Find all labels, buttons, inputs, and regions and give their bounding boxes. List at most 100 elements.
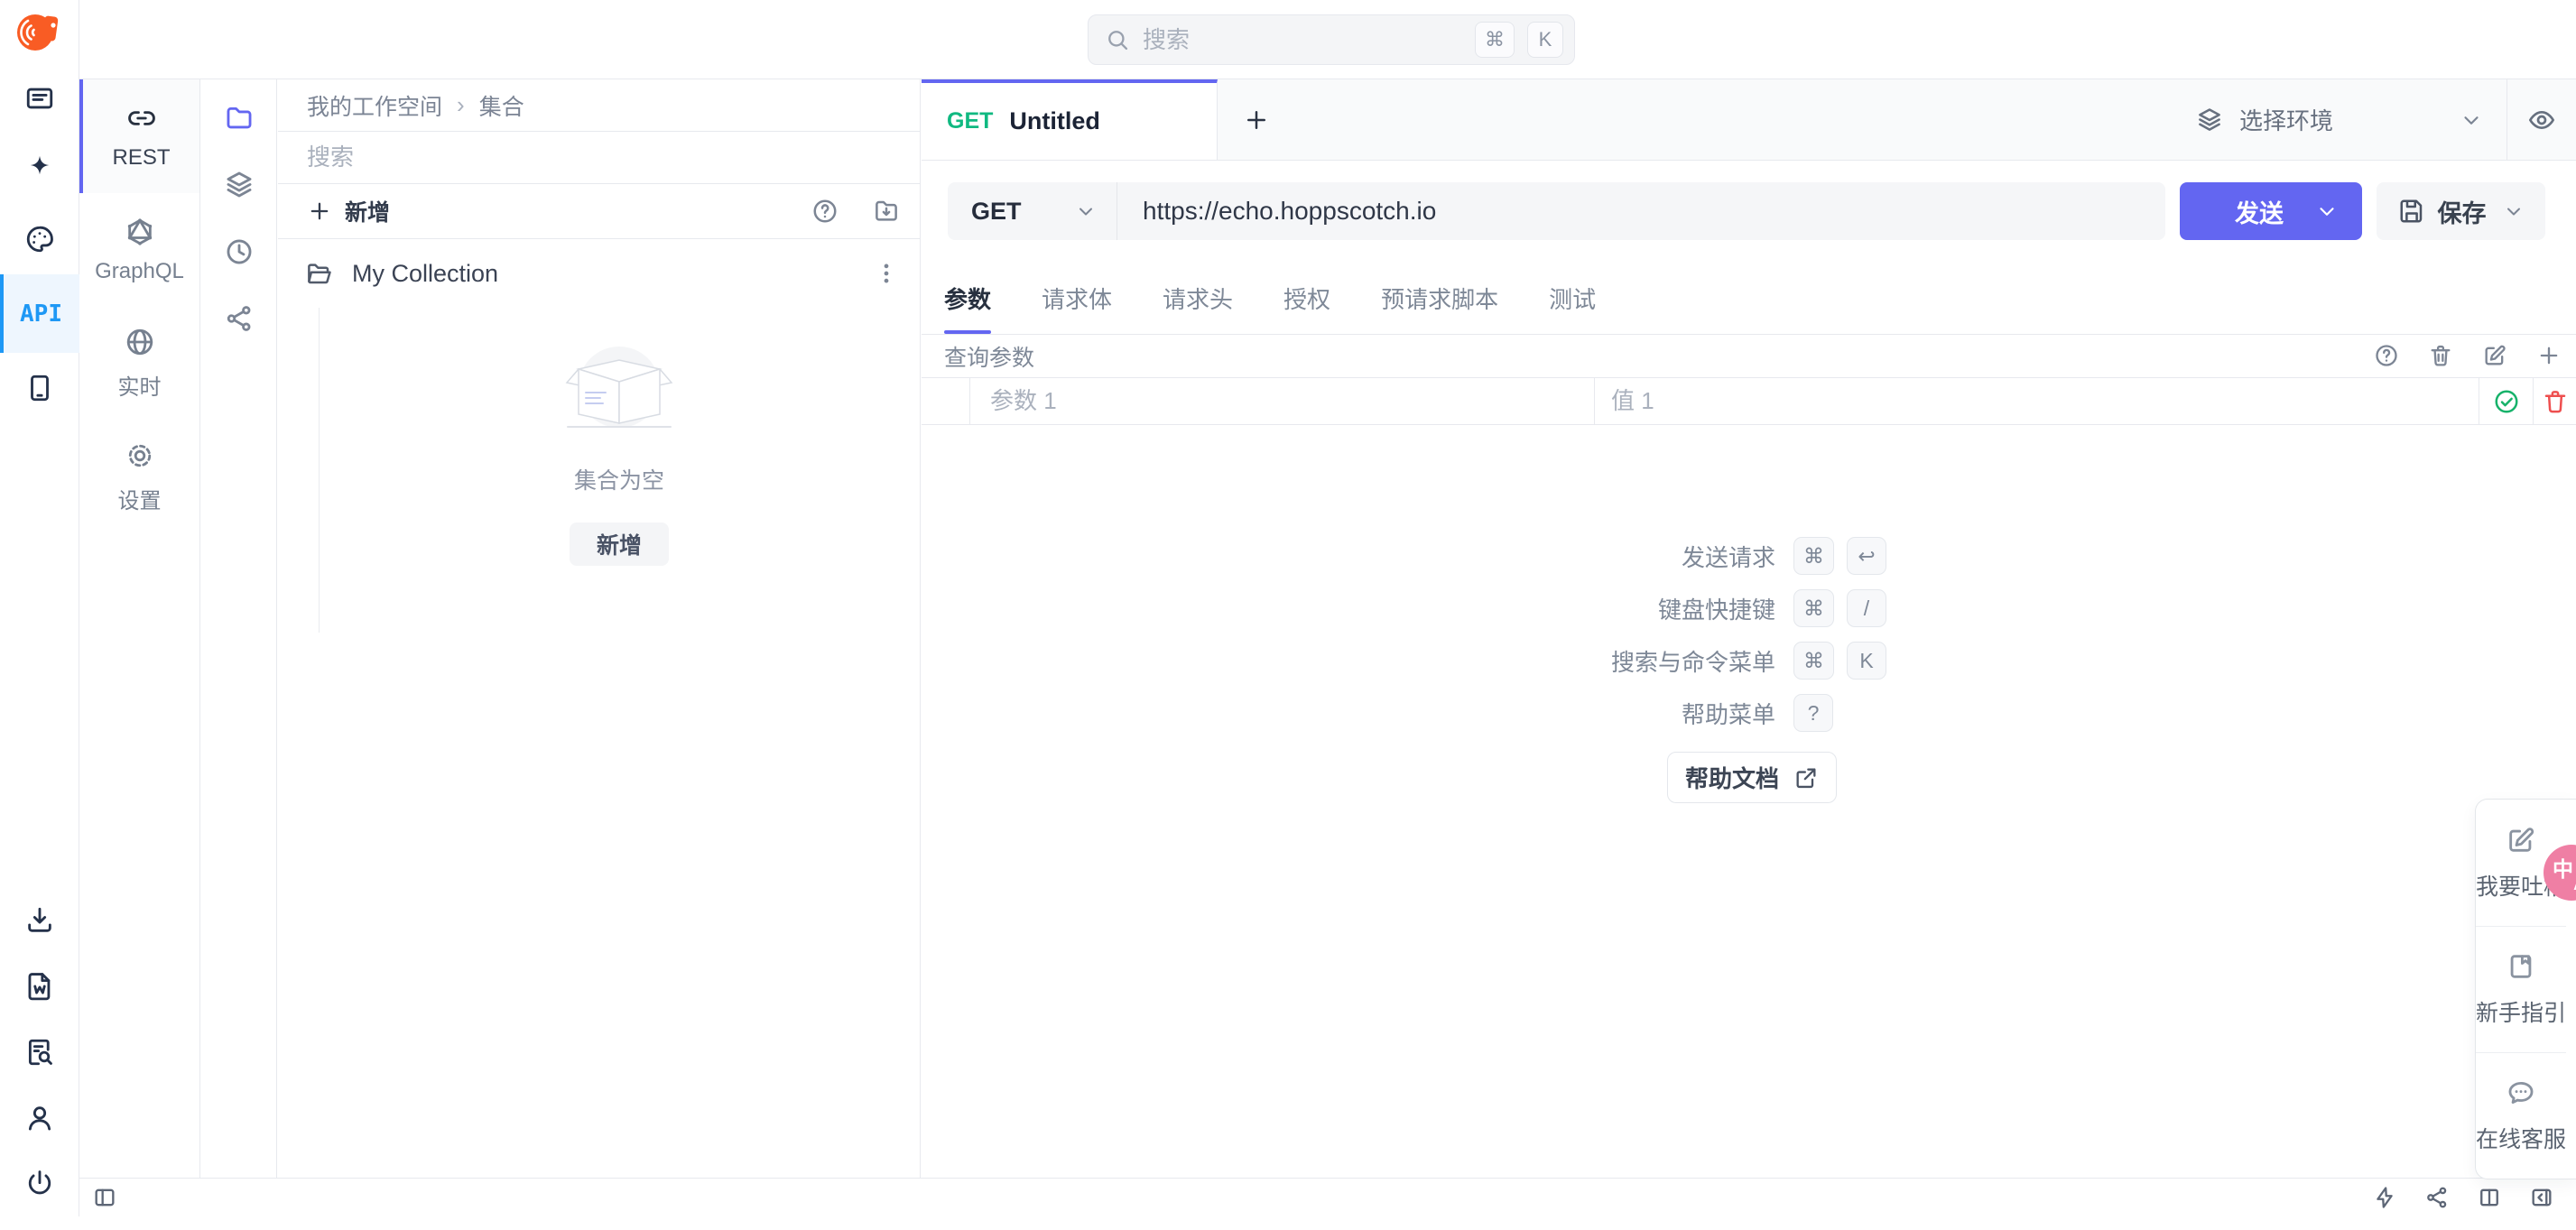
tab-body[interactable]: 请求体 <box>1042 262 1112 334</box>
method-label: GET <box>971 197 1022 225</box>
shortcut-row: 搜索与命令菜单 ⌘ K <box>922 634 2576 687</box>
collapse-right-panel-button[interactable] <box>2529 1185 2554 1210</box>
search-icon <box>1108 31 1128 51</box>
new-tab-button[interactable] <box>1218 79 1295 160</box>
nav-item-rest[interactable]: REST <box>79 79 199 193</box>
trash-icon <box>2544 390 2565 412</box>
share-button[interactable] <box>2424 1185 2450 1210</box>
interceptor-button[interactable] <box>2372 1185 2397 1210</box>
eye-icon <box>2529 110 2554 129</box>
app-logo[interactable] <box>0 0 79 63</box>
params-bulk-edit-button[interactable] <box>2482 343 2509 370</box>
tab-pre-request-script[interactable]: 预请求脚本 <box>1381 262 1498 334</box>
theme-palette-button[interactable] <box>0 204 79 274</box>
global-search-input[interactable] <box>1143 25 1462 54</box>
nav-item-realtime[interactable]: 实时 <box>79 307 199 421</box>
edit-icon <box>2485 345 2506 365</box>
param-toggle-active-button[interactable] <box>2479 378 2534 424</box>
collections-search <box>278 132 920 184</box>
chat-icon <box>2508 1081 2534 1105</box>
params-help-button[interactable] <box>2374 343 2401 370</box>
sparkle-button[interactable] <box>0 134 79 204</box>
shortcut-label: 键盘快捷键 <box>1657 596 1775 624</box>
device-button[interactable] <box>0 353 79 423</box>
online-support-button[interactable]: 在线客服 <box>2476 1052 2567 1179</box>
collection-row[interactable]: My Collection <box>278 239 920 308</box>
user-button[interactable] <box>0 1085 79 1151</box>
word-doc-button[interactable] <box>0 953 79 1019</box>
collections-search-input[interactable] <box>307 143 891 171</box>
tab-tests[interactable]: 测试 <box>1549 262 1596 334</box>
url-input[interactable] <box>1117 182 2165 240</box>
download-button[interactable] <box>0 887 79 953</box>
beginner-guide-button[interactable]: 新手指引 <box>2476 926 2567 1052</box>
collections-rail <box>201 79 277 1178</box>
tab-authorization[interactable]: 授权 <box>1283 262 1330 334</box>
nav-item-settings[interactable]: 设置 <box>79 421 199 534</box>
empty-new-button[interactable]: 新增 <box>569 523 669 566</box>
share-icon <box>227 306 250 331</box>
breadcrumb-workspace[interactable]: 我的工作空间 <box>307 89 442 122</box>
save-button[interactable]: 保存 <box>2377 182 2545 240</box>
clock-icon <box>227 239 251 264</box>
tab-method-badge: GET <box>947 108 994 134</box>
toggle-sidebar-button[interactable] <box>92 1185 117 1210</box>
download-icon <box>27 907 51 932</box>
chevron-down-icon <box>2320 208 2334 216</box>
collections-help-button[interactable] <box>811 198 839 225</box>
top-bar: ⌘ K <box>79 0 2576 79</box>
rail-collections-button[interactable] <box>224 103 255 134</box>
tablet-icon <box>30 375 49 402</box>
method-url-group: GET <box>948 182 2165 240</box>
shortcut-row: 键盘快捷键 ⌘ / <box>922 582 2576 634</box>
k-key-badge: K <box>1847 642 1886 680</box>
send-button[interactable]: 发送 <box>2180 182 2362 240</box>
link-icon <box>127 110 155 125</box>
activity-bar: API <box>0 0 79 1216</box>
translate-zh: 中 <box>2553 857 2573 881</box>
collection-name: My Collection <box>352 259 499 287</box>
external-link-icon <box>1796 768 1816 788</box>
column-layout-button[interactable] <box>2477 1185 2502 1210</box>
share-icon <box>2427 1187 2447 1208</box>
tab-headers[interactable]: 请求头 <box>1163 262 1233 334</box>
empty-box-illustration <box>565 347 673 428</box>
request-url-row: GET 发送 保存 <box>922 161 2576 262</box>
rail-share-button[interactable] <box>224 303 255 334</box>
collection-empty-state: 集合为空 新增 <box>319 340 920 566</box>
folder-import-icon <box>876 200 897 221</box>
gear-icon <box>128 444 151 467</box>
check-circle-icon <box>2495 390 2517 412</box>
request-tab-active[interactable]: GET Untitled <box>922 79 1218 160</box>
file-search-button[interactable] <box>0 1019 79 1085</box>
request-tab-strip: GET Untitled 选择环境 <box>922 79 2576 161</box>
import-collection-button[interactable] <box>873 198 900 225</box>
environment-select[interactable]: 选择环境 <box>2196 79 2507 160</box>
param-value-input[interactable] <box>1611 387 2479 415</box>
query-params-header: 查询参数 <box>922 335 2576 378</box>
params-add-button[interactable] <box>2536 343 2563 370</box>
power-icon <box>28 1170 51 1194</box>
layers-icon <box>227 171 251 198</box>
sidebar-item-api[interactable]: API <box>0 274 79 353</box>
environment-quick-peek-button[interactable] <box>2507 79 2576 160</box>
rail-history-button[interactable] <box>224 236 255 267</box>
documentation-button[interactable]: 帮助文档 <box>1667 752 1837 803</box>
nav-item-graphql[interactable]: GraphQL <box>79 193 199 307</box>
params-clear-all-button[interactable] <box>2428 343 2455 370</box>
param-delete-button[interactable] <box>2534 378 2576 424</box>
news-button[interactable] <box>0 63 79 134</box>
method-select[interactable]: GET <box>948 182 1117 240</box>
edit-square-icon <box>2509 827 2534 852</box>
rail-environments-button[interactable] <box>224 170 255 200</box>
power-button[interactable] <box>0 1151 79 1216</box>
collection-menu-button[interactable] <box>873 260 900 287</box>
collections-panel: 我的工作空间 › 集合 新增 My Collection <box>278 79 921 1178</box>
tab-parameters[interactable]: 参数 <box>944 262 992 334</box>
param-drag-handle[interactable] <box>922 378 970 424</box>
empty-collection-text: 集合为空 <box>573 468 664 494</box>
global-search[interactable]: ⌘ K <box>1088 14 1575 65</box>
request-options-tabs: 参数 请求体 请求头 授权 预请求脚本 测试 <box>922 262 2576 335</box>
new-collection-button[interactable]: 新增 <box>307 195 390 227</box>
param-key-input[interactable] <box>990 387 1594 415</box>
